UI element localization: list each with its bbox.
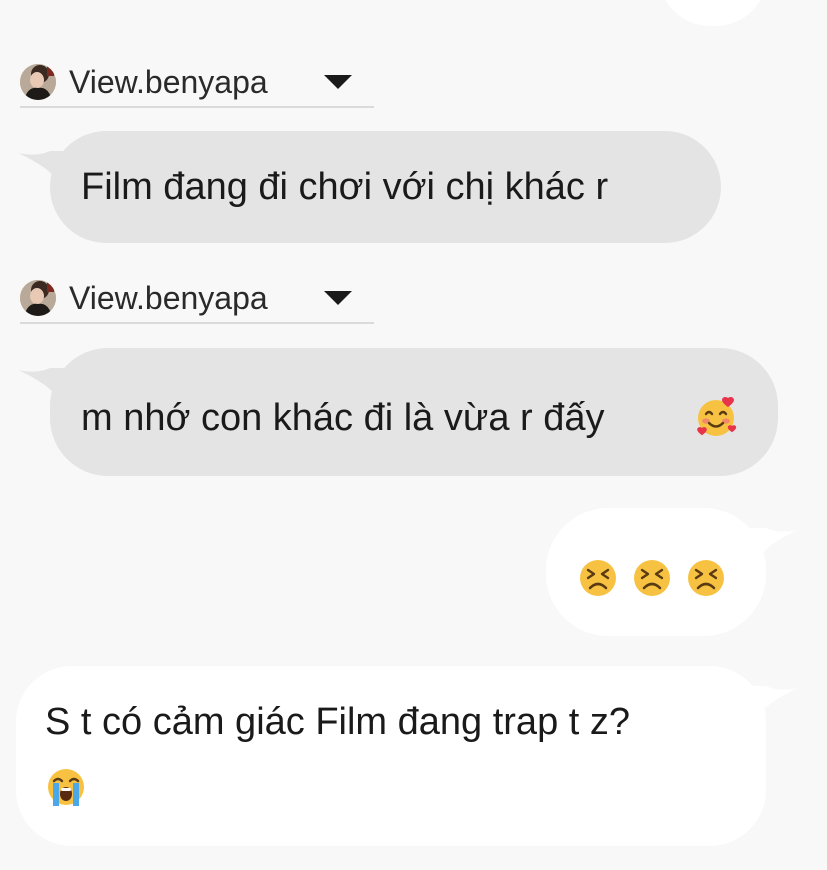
smiling-face-with-hearts-icon [697, 396, 737, 436]
bubble-tail [18, 151, 70, 195]
loudly-crying-face-icon [48, 769, 84, 806]
bubble-tail [746, 528, 798, 572]
sender-header[interactable]: View.benyapa [20, 276, 374, 324]
chevron-down-icon[interactable] [324, 291, 352, 305]
emoji-row [578, 558, 726, 598]
avatar[interactable] [20, 280, 56, 316]
previous-message-bubble [658, 0, 768, 26]
outgoing-message-bubble[interactable] [546, 508, 798, 636]
message-text: m nhớ con khác đi là vừa r đấy [81, 397, 605, 439]
message-text: Film đang đi chơi với chị khác r [81, 166, 609, 208]
avatar[interactable] [20, 64, 56, 100]
chevron-down-icon[interactable] [324, 75, 352, 89]
bubble-tail [746, 686, 798, 730]
sender-name: View.benyapa [69, 280, 268, 316]
persevering-face-icon [634, 560, 670, 596]
sender-name: View.benyapa [69, 64, 268, 100]
bubble-tail [18, 368, 70, 412]
sender-header[interactable]: View.benyapa [20, 60, 374, 108]
outgoing-message-bubble[interactable]: S t có cảm giác Film đang trap t z? [16, 666, 798, 846]
persevering-face-icon [580, 560, 616, 596]
persevering-face-icon [688, 560, 724, 596]
incoming-message-bubble[interactable]: m nhớ con khác đi là vừa r đấy [18, 348, 778, 476]
incoming-message-bubble[interactable]: Film đang đi chơi với chị khác r [18, 131, 721, 243]
message-text: S t có cảm giác Film đang trap t z? [45, 701, 631, 743]
